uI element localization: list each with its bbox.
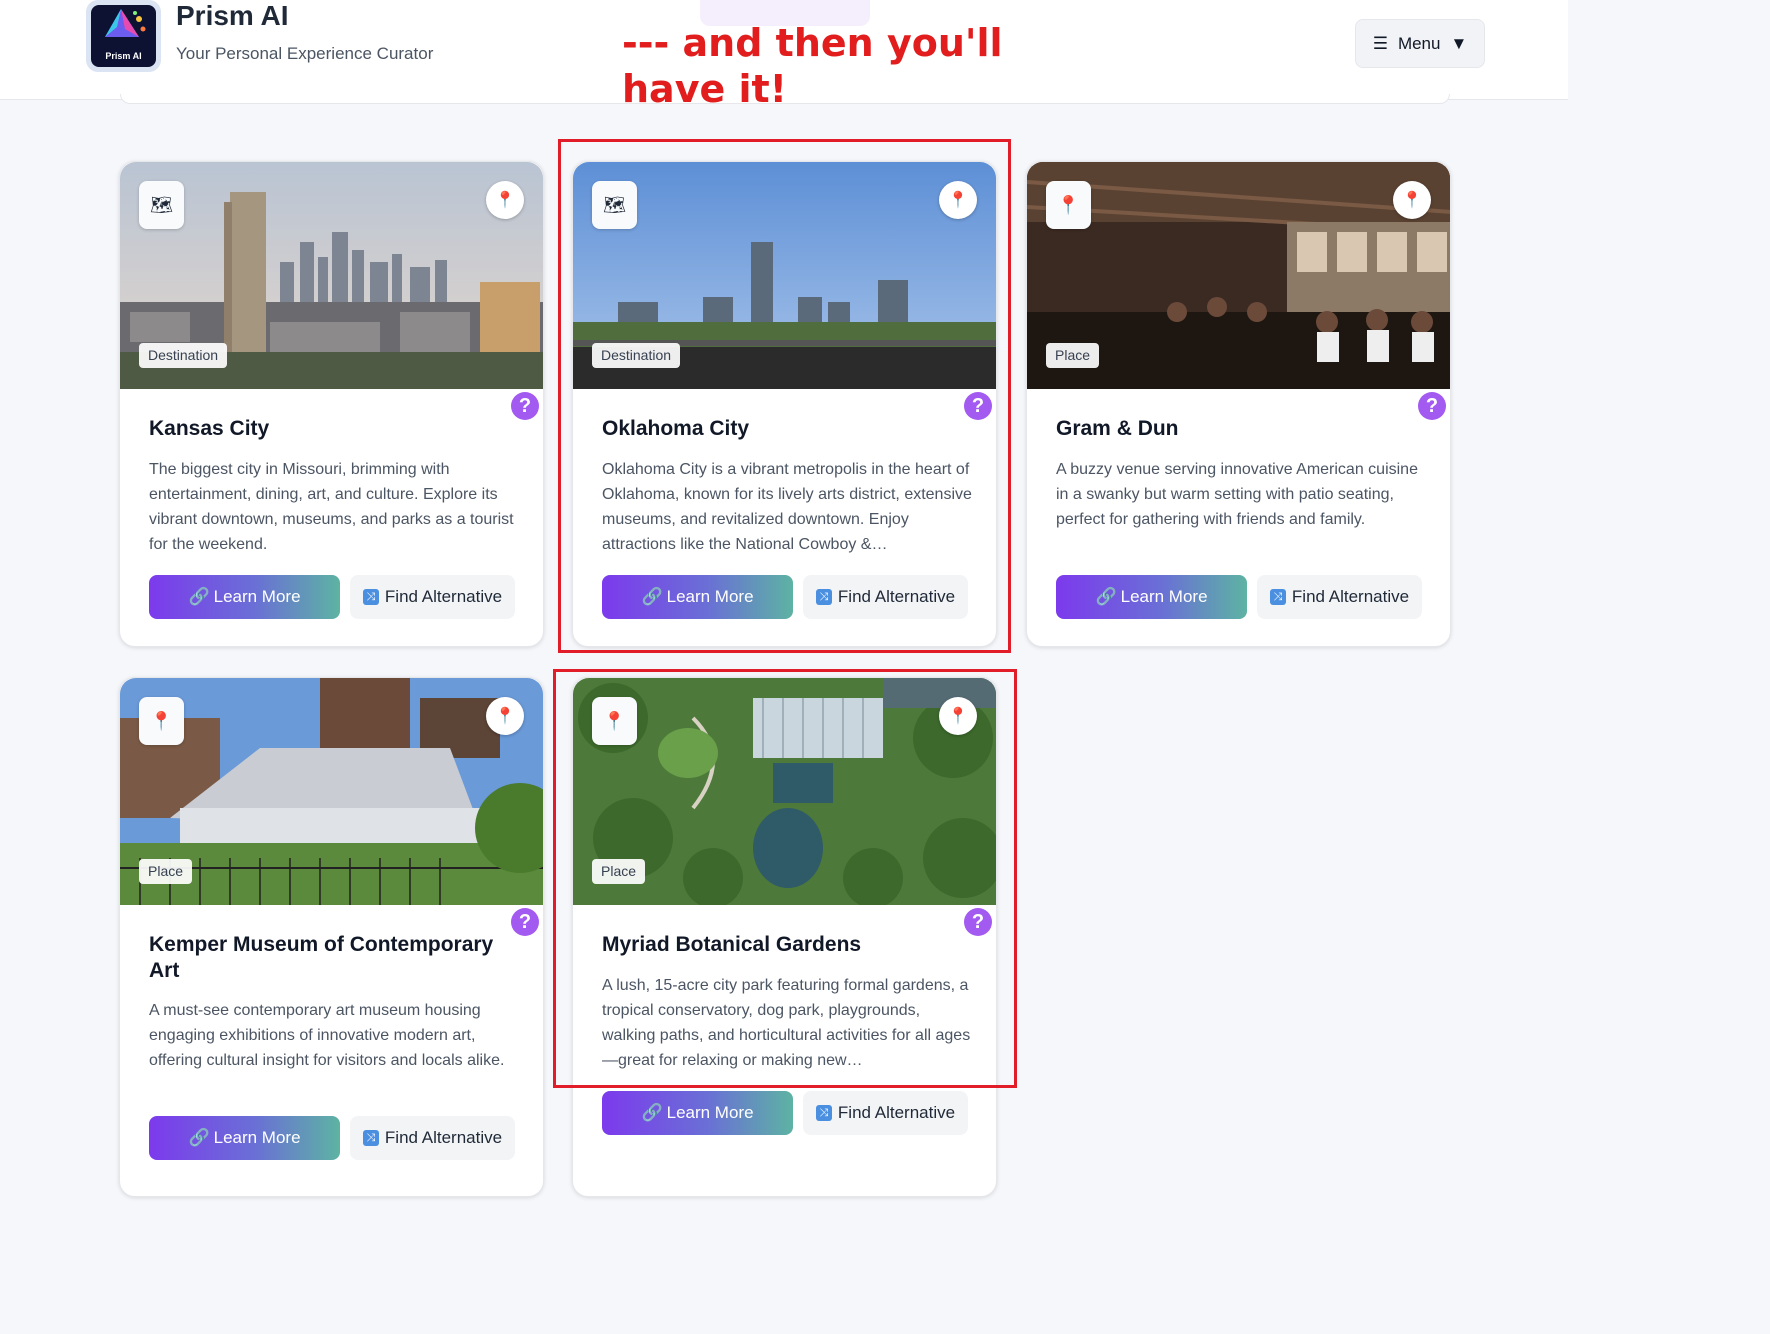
card-kemper-museum: 📍 📍 Place ? Kemper Museum of Contemporar… <box>119 677 544 1197</box>
type-badge: Destination <box>139 343 228 368</box>
card-image: 📍 📍 Place <box>120 678 543 905</box>
find-alternative-label: Find Alternative <box>384 587 503 606</box>
pin-icon: 📍 <box>139 697 184 745</box>
link-icon: 🔗 <box>188 587 210 606</box>
hamburger-icon: ☰ <box>1372 33 1388 53</box>
learn-more-button[interactable]: 🔗 Learn More <box>149 575 340 619</box>
shuffle-icon: ⤨ <box>1269 589 1286 605</box>
app-logo[interactable]: Prism AI <box>86 0 161 72</box>
highlight-box-oklahoma <box>558 139 1011 653</box>
map-pin-icon[interactable]: 📍 <box>486 697 524 735</box>
card-description: A must-see contemporary art museum housi… <box>149 1002 505 1069</box>
link-icon: 🔗 <box>641 1103 663 1122</box>
prism-logo-icon <box>105 9 146 37</box>
find-alternative-button[interactable]: ⤨ Find Alternative <box>350 575 515 619</box>
map-pin-icon[interactable]: 📍 <box>1393 181 1431 219</box>
card-description: The biggest city in Missouri, brimming w… <box>149 461 514 553</box>
learn-more-label: Learn More <box>666 1103 754 1122</box>
pin-icon: 📍 <box>1046 181 1091 229</box>
menu-button[interactable]: ☰ Menu ▼ <box>1355 19 1485 68</box>
learn-more-label: Learn More <box>213 587 301 606</box>
type-badge: Place <box>139 859 193 884</box>
type-badge: Place <box>1046 343 1100 368</box>
card-title: Kansas City <box>149 417 270 440</box>
find-alternative-button[interactable]: ⤨ Find Alternative <box>803 1091 968 1135</box>
find-alternative-label: Find Alternative <box>837 1103 956 1122</box>
learn-more-label: Learn More <box>213 1128 301 1147</box>
card-image: 📍 📍 Place <box>1027 162 1450 389</box>
map-icon: 🗺 <box>139 181 184 229</box>
menu-label: Menu <box>1397 33 1441 53</box>
shuffle-icon: ⤨ <box>815 1105 832 1121</box>
card-description: A buzzy venue serving innovative America… <box>1056 461 1418 528</box>
learn-more-button[interactable]: 🔗 Learn More <box>602 1091 793 1135</box>
card-gram-and-dun: 📍 📍 Place ? Gram & Dun A buzzy venue ser… <box>1026 161 1451 647</box>
find-alternative-button[interactable]: ⤨ Find Alternative <box>350 1116 515 1160</box>
card-title: Kemper Museum of Contemporary Art <box>149 933 494 982</box>
logo-text: Prism AI <box>105 51 142 61</box>
card-title: Gram & Dun <box>1056 417 1179 440</box>
logo-badge: Prism AI <box>91 5 156 67</box>
annotation-text: --- and then you'll have it! <box>622 21 1003 111</box>
app-subtitle: Your Personal Experience Curator <box>176 44 434 63</box>
app-title: Prism AI <box>176 0 289 31</box>
map-pin-icon[interactable]: 📍 <box>486 181 524 219</box>
find-alternative-button[interactable]: ⤨ Find Alternative <box>1257 575 1422 619</box>
learn-more-button[interactable]: 🔗 Learn More <box>149 1116 340 1160</box>
learn-more-label: Learn More <box>1120 587 1208 606</box>
shuffle-icon: ⤨ <box>362 589 379 605</box>
find-alternative-label: Find Alternative <box>384 1128 503 1147</box>
card-kansas-city: 🗺 📍 Destination ? Kansas City The bigges… <box>119 161 544 647</box>
link-icon: 🔗 <box>1095 587 1117 606</box>
highlight-box-botanical <box>553 669 1017 1088</box>
card-image: 🗺 📍 Destination <box>120 162 543 389</box>
shuffle-icon: ⤨ <box>362 1130 379 1146</box>
link-icon: 🔗 <box>188 1128 210 1147</box>
chevron-down-icon: ▼ <box>1450 33 1468 53</box>
find-alternative-label: Find Alternative <box>1291 587 1410 606</box>
learn-more-button[interactable]: 🔗 Learn More <box>1056 575 1247 619</box>
